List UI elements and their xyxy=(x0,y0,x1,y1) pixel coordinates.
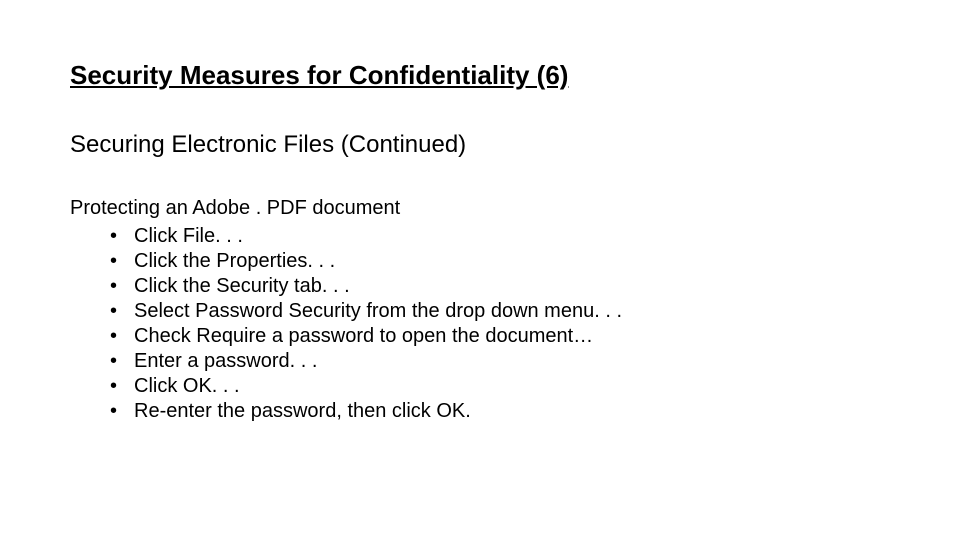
list-item: Enter a password. . . xyxy=(110,349,890,374)
list-item: Select Password Security from the drop d… xyxy=(110,299,890,324)
list-item: Click File. . . xyxy=(110,224,890,249)
steps-list: Click File. . . Click the Properties. . … xyxy=(70,224,890,424)
slide-subtitle: Securing Electronic Files (Continued) xyxy=(70,131,890,159)
list-item: Re-enter the password, then click OK. xyxy=(110,399,890,424)
slide: Security Measures for Confidentiality (6… xyxy=(0,0,960,540)
intro-text: Protecting an Adobe . PDF document xyxy=(70,197,890,220)
list-item: Click the Security tab. . . xyxy=(110,274,890,299)
list-item: Click the Properties. . . xyxy=(110,249,890,274)
slide-title: Security Measures for Confidentiality (6… xyxy=(70,60,890,91)
list-item: Check Require a password to open the doc… xyxy=(110,324,890,349)
list-item: Click OK. . . xyxy=(110,374,890,399)
